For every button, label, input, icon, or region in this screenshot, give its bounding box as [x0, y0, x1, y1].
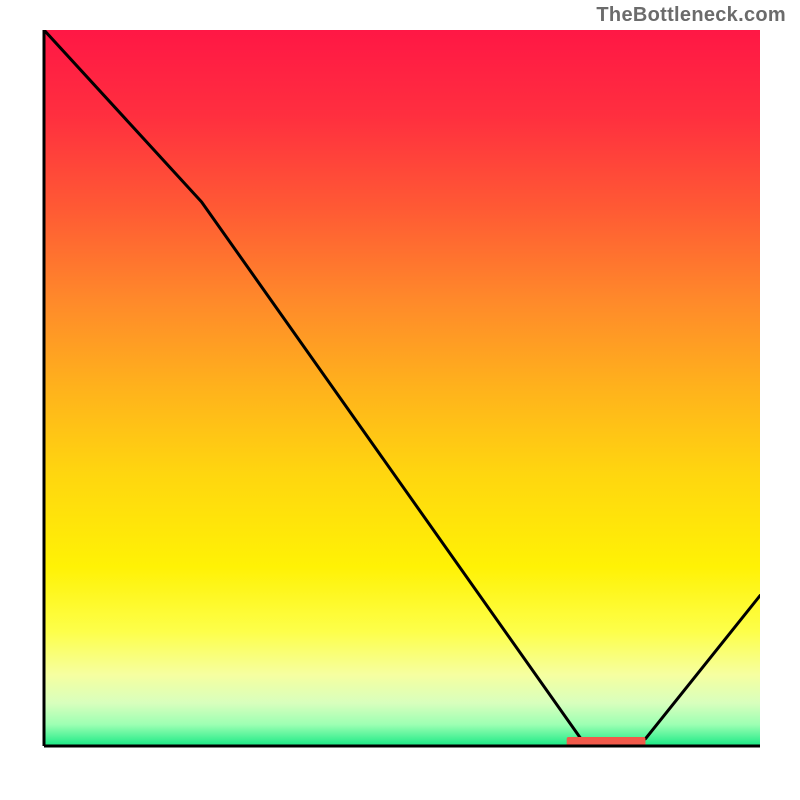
- gradient-background: [44, 30, 760, 746]
- chart-root: TheBottleneck.com: [0, 0, 800, 800]
- watermark-text: TheBottleneck.com: [596, 4, 786, 27]
- optimum-marker: [567, 737, 646, 746]
- plot-area: [44, 30, 760, 746]
- chart-canvas: [44, 30, 760, 746]
